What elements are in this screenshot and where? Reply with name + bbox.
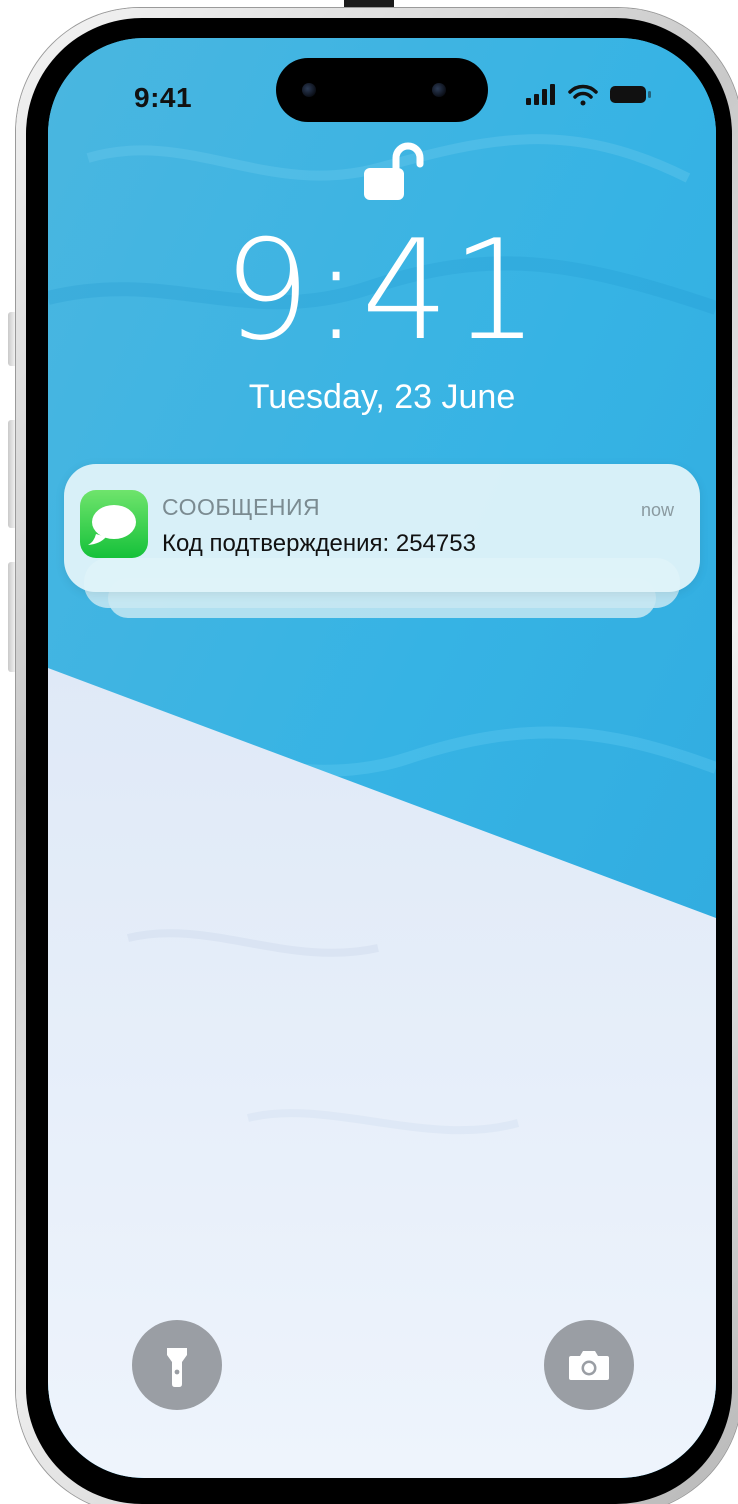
speech-bubble-glyph: [88, 505, 136, 545]
camera-icon: [569, 1351, 609, 1380]
camera-button[interactable]: [544, 1320, 634, 1410]
lock-screen: 9:41 9:41 Tuesday, 23 June СООБЩЕНИЯ now…: [48, 38, 716, 1478]
status-bar-time: 9:41: [134, 82, 193, 113]
dynamic-island: [276, 58, 488, 122]
wifi-icon: [568, 84, 598, 106]
lock-screen-date: Tuesday, 23 June: [248, 378, 516, 416]
notification-app-name: СООБЩЕНИЯ: [162, 494, 321, 520]
notification-body: Код подтверждения: 254753: [162, 530, 476, 557]
notification-timestamp: now: [640, 500, 674, 520]
message-notification[interactable]: СООБЩЕНИЯ now Код подтверждения: 254753: [64, 464, 700, 592]
flashlight-icon: [167, 1348, 187, 1387]
device-mockup: 9:41 9:41 Tuesday, 23 June СООБЩЕНИЯ now…: [0, 0, 738, 1504]
signal-icon: [526, 84, 555, 105]
front-camera-lens: [432, 83, 446, 97]
messages-icon: [80, 490, 148, 558]
sensor-dot: [302, 83, 316, 97]
lock-screen-clock: 9:41: [223, 210, 541, 371]
unlocked-padlock-icon: [364, 142, 424, 200]
battery-icon: [610, 86, 651, 103]
flashlight-button[interactable]: [132, 1320, 222, 1410]
status-icons: [526, 84, 651, 106]
